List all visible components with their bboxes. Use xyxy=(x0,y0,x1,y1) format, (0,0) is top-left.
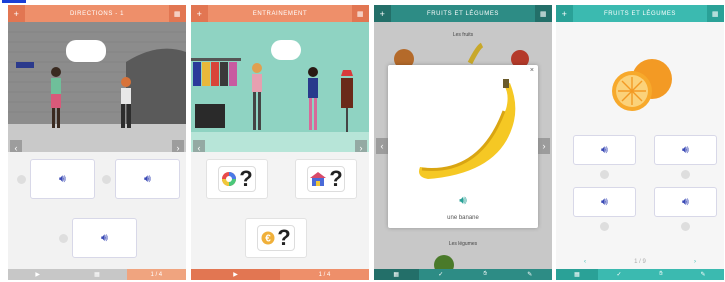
page-counter: 1 / 9 xyxy=(634,259,646,265)
pencil-button[interactable]: ✎ xyxy=(507,269,552,280)
menu-icon[interactable]: ▦ xyxy=(535,5,552,22)
top-link[interactable] xyxy=(2,0,26,3)
euro-coin-icon: € xyxy=(261,231,275,245)
screen-fruits-list: + FRUITS ET LÉGUMES ▦ Les fruits × 🔊︎ un… xyxy=(374,5,552,280)
header-bar: + ENTRAINEMENT ▦ xyxy=(191,5,369,22)
sound-icon: 🔊︎ xyxy=(59,172,66,185)
play-button[interactable]: ▶ xyxy=(191,269,280,280)
answer-card-shop[interactable]: ? xyxy=(295,159,357,199)
grid-button[interactable]: ▦ xyxy=(374,269,419,280)
header-title: FRUITS ET LÉGUMES xyxy=(426,10,500,17)
header-bar: + DIRECTIONS - 1 ▦ xyxy=(8,5,186,22)
screen-fruits-quiz: + FRUITS ET LÉGUMES ▦ 🔊︎ 🔊︎ 🔊︎ 🔊︎ ‹ 1 / … xyxy=(556,5,724,280)
answer-card[interactable]: 🔊︎ xyxy=(115,159,180,199)
hand-button[interactable]: ✋︎ xyxy=(640,269,682,280)
answer-radio[interactable] xyxy=(600,222,609,231)
answer-card-color[interactable]: ? xyxy=(206,159,268,199)
check-button[interactable]: ✓ xyxy=(418,269,463,280)
menu-icon[interactable]: ▦ xyxy=(169,5,186,22)
footer-bar: ▶ ▦ 1 / 4 xyxy=(8,269,186,280)
page-counter: 1 / 4 xyxy=(126,269,186,280)
header-bar: + FRUITS ET LÉGUMES ▦ xyxy=(556,5,724,22)
section-fruits-label: Les fruits xyxy=(452,32,474,38)
answer-card-price[interactable]: € ? xyxy=(245,218,307,258)
footer-bar: ▦ ✓ ✋︎ ✎ xyxy=(374,269,552,280)
check-button[interactable]: ✓ xyxy=(598,269,640,280)
question-mark: ? xyxy=(239,166,253,191)
next-arrow[interactable]: › xyxy=(538,138,550,154)
orange-image xyxy=(612,59,672,111)
prev-arrow[interactable]: ‹ xyxy=(193,140,205,152)
screen-entrainement: + ENTRAINEMENT ▦ ‹ › ? ? € ? ▶ 1 / 4 xyxy=(191,5,369,280)
close-icon[interactable]: × xyxy=(530,67,534,74)
header-bar: + FRUITS ET LÉGUMES ▦ xyxy=(374,5,552,22)
play-button[interactable]: ▶ xyxy=(8,269,68,280)
next-arrow[interactable]: › xyxy=(172,140,184,152)
fruit-detail-modal: × 🔊︎ une banane xyxy=(388,65,538,228)
screen-directions: + DIRECTIONS - 1 ▦ ‹ › 🔊︎ 🔊︎ 🔊︎ ▶ ▦ 1 / … xyxy=(8,5,186,280)
question-mark: ? xyxy=(277,225,291,250)
prev-arrow[interactable]: ‹ xyxy=(10,140,22,152)
answer-card[interactable]: 🔊︎ xyxy=(573,135,636,165)
next-arrow[interactable]: › xyxy=(355,140,367,152)
pencil-button[interactable]: ✎ xyxy=(682,269,724,280)
color-wheel-icon xyxy=(222,172,237,186)
sound-icon: 🔊︎ xyxy=(682,195,689,208)
answer-radio[interactable] xyxy=(102,175,111,184)
header-title: ENTRAINEMENT xyxy=(252,10,308,17)
menu-icon[interactable]: ▦ xyxy=(352,5,369,22)
header-title: FRUITS ET LÉGUMES xyxy=(603,10,677,17)
answer-card[interactable]: 🔊︎ xyxy=(72,218,137,258)
menu-icon[interactable]: ▦ xyxy=(707,5,724,22)
plus-icon[interactable]: + xyxy=(8,5,25,22)
vegetable-thumbnails xyxy=(434,255,454,269)
answer-radio[interactable] xyxy=(600,170,609,179)
sound-icon: 🔊︎ xyxy=(144,172,151,185)
prev-page-button[interactable]: ‹ xyxy=(584,259,586,265)
sound-icon: 🔊︎ xyxy=(682,143,689,156)
svg-text:€: € xyxy=(265,234,271,245)
answer-radio[interactable] xyxy=(59,234,68,243)
street-scene-image: ‹ › xyxy=(8,22,186,152)
grid-button[interactable]: ▦ xyxy=(67,269,127,280)
footer-bar: ▶ 1 / 4 xyxy=(191,269,369,280)
answer-card[interactable]: 🔊︎ xyxy=(654,135,717,165)
shop-icon xyxy=(310,172,327,186)
answer-card[interactable]: 🔊︎ xyxy=(30,159,95,199)
plus-icon[interactable]: + xyxy=(191,5,208,22)
answer-card[interactable]: 🔊︎ xyxy=(573,187,636,217)
answer-radio[interactable] xyxy=(17,175,26,184)
prev-arrow[interactable]: ‹ xyxy=(376,138,388,154)
pager: ‹ 1 / 9 › xyxy=(556,257,724,267)
question-mark: ? xyxy=(329,166,343,191)
section-vegetables-label: Les légumes xyxy=(448,241,478,247)
answer-card[interactable]: 🔊︎ xyxy=(654,187,717,217)
word-caption: une banane xyxy=(447,215,479,221)
plus-icon[interactable]: + xyxy=(556,5,573,22)
header-title: DIRECTIONS - 1 xyxy=(69,10,125,17)
hand-button[interactable]: ✋︎ xyxy=(463,269,508,280)
shop-scene-image: ‹ › xyxy=(191,22,369,152)
footer-bar: ▦ ✓ ✋︎ ✎ xyxy=(556,269,724,280)
grid-button[interactable]: ▦ xyxy=(556,269,598,280)
plus-icon[interactable]: + xyxy=(374,5,391,22)
sound-icon: 🔊︎ xyxy=(601,143,608,156)
page-counter: 1 / 4 xyxy=(280,269,369,280)
answer-radio[interactable] xyxy=(681,222,690,231)
sound-icon[interactable]: 🔊︎ xyxy=(388,193,538,208)
sound-icon: 🔊︎ xyxy=(101,231,108,244)
next-page-button[interactable]: › xyxy=(694,259,696,265)
fruit-thumbnails xyxy=(394,42,529,67)
banana-image xyxy=(419,79,516,179)
sound-icon: 🔊︎ xyxy=(601,195,608,208)
answer-radio[interactable] xyxy=(681,170,690,179)
